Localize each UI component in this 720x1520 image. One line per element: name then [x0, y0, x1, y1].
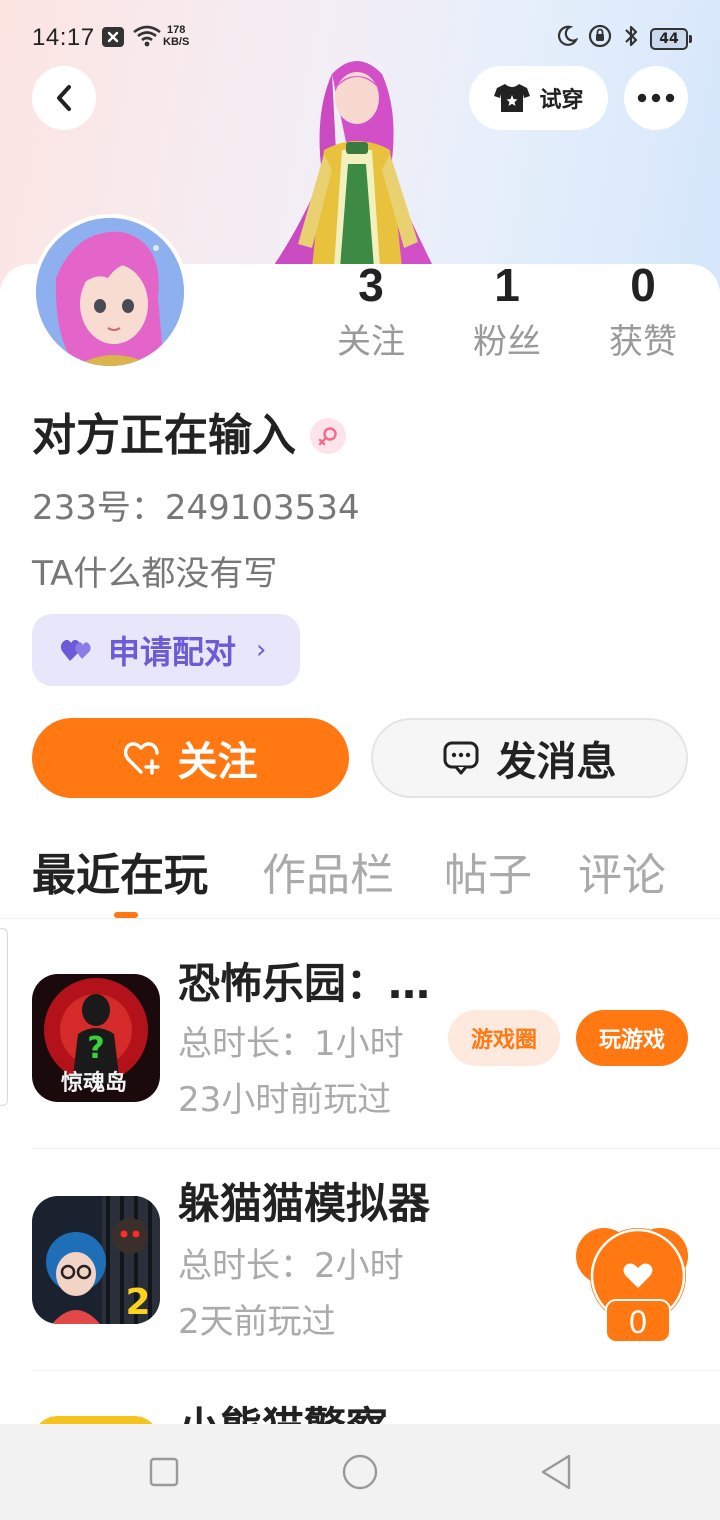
stat-likes[interactable]: 0 获赞	[593, 258, 693, 362]
tab-posts[interactable]: 帖子	[444, 846, 532, 906]
stat-following[interactable]: 3 关注	[321, 258, 421, 362]
tab-works[interactable]: 作品栏	[262, 846, 394, 906]
home-button[interactable]	[340, 1452, 380, 1492]
female-icon	[310, 418, 346, 454]
tab-recent-played[interactable]: 最近在玩	[32, 846, 208, 906]
stat-following-label: 关注	[337, 322, 405, 362]
game-circle-button[interactable]: 游戏圈	[448, 1010, 560, 1066]
list-item[interactable]: 小熊猫警察	[0, 1372, 720, 1424]
heart-plus-icon	[123, 742, 160, 775]
request-pair-label: 申请配对	[108, 633, 237, 671]
avatar-image	[36, 218, 184, 366]
stat-followers[interactable]: 1 粉丝	[457, 258, 557, 362]
lock-rotation-icon	[588, 24, 612, 54]
network-speed: 178 KB/S	[163, 24, 189, 48]
request-pair-button[interactable]: 申请配对 ›	[32, 614, 300, 686]
follow-button[interactable]: 关注	[32, 718, 349, 798]
profile-tabs: 最近在玩 作品栏 帖子 评论	[0, 840, 720, 918]
chat-bubble-icon	[443, 741, 478, 775]
game-title: 躲猫猫模拟器	[178, 1179, 431, 1228]
system-nav-bar	[0, 1424, 720, 1520]
status-time: 14:17	[32, 24, 95, 51]
try-on-button[interactable]: 试穿	[469, 66, 608, 130]
username-row: 对方正在输入	[32, 408, 346, 464]
avatar-character-illustration	[272, 61, 434, 268]
username: 对方正在输入	[32, 410, 296, 461]
network-speed-value: 178	[166, 24, 186, 36]
chevron-right-icon: ›	[256, 635, 267, 665]
wifi-icon	[132, 24, 162, 54]
triangle-back-icon	[541, 1454, 571, 1490]
close-box-icon	[102, 27, 124, 47]
user-id: 233号：249103534	[32, 488, 360, 528]
list-item[interactable]: ? 惊魂岛 恐怖乐园：… 总时长：1小时 23小时前玩过 游戏圈 玩游戏	[0, 930, 720, 1150]
square-icon	[149, 1457, 179, 1487]
bluetooth-icon	[622, 24, 640, 54]
stat-following-value: 3	[358, 259, 384, 311]
game-duration: 总时长：1小时	[178, 1024, 404, 1064]
circle-icon	[342, 1454, 378, 1490]
tab-divider	[0, 918, 720, 919]
like-count: 0	[629, 1304, 647, 1340]
follow-label: 关注	[177, 739, 258, 785]
like-floating-button[interactable]: 0	[576, 1226, 688, 1344]
game-icon: ? 惊魂岛	[32, 974, 160, 1102]
row-divider	[32, 1148, 720, 1149]
game-duration: 总时长：2小时	[178, 1246, 404, 1286]
send-message-button[interactable]: 发消息	[371, 718, 688, 798]
stat-followers-label: 粉丝	[473, 322, 541, 362]
game-icon: 2	[32, 1196, 160, 1324]
game-last-played: 23小时前玩过	[178, 1080, 392, 1120]
recent-apps-button[interactable]	[144, 1452, 184, 1492]
game-icon-text: 2	[125, 1282, 150, 1323]
more-dots-icon	[637, 93, 675, 103]
tab-comments[interactable]: 评论	[578, 846, 666, 906]
game-title: 小熊猫警察	[178, 1400, 388, 1424]
stat-followers-value: 1	[494, 259, 520, 311]
user-bio: TA什么都没有写	[32, 554, 278, 594]
moon-icon	[556, 25, 579, 53]
row-divider	[32, 1370, 720, 1371]
stat-likes-label: 获赞	[609, 322, 677, 362]
network-speed-unit: KB/S	[163, 36, 190, 48]
play-game-button[interactable]: 玩游戏	[576, 1010, 688, 1066]
back-nav-button[interactable]	[536, 1452, 576, 1492]
chevron-left-icon	[57, 85, 71, 111]
more-button[interactable]	[624, 66, 688, 130]
game-last-played: 2天前玩过	[178, 1302, 336, 1342]
game-icon	[32, 1416, 160, 1424]
stat-likes-value: 0	[630, 259, 656, 311]
svg-text:?: ?	[87, 1031, 104, 1066]
send-message-label: 发消息	[496, 739, 617, 785]
pair-hearts-icon	[60, 639, 91, 661]
tshirt-icon	[494, 84, 531, 112]
battery-icon: 44	[650, 28, 692, 50]
back-button[interactable]	[32, 66, 96, 130]
avatar[interactable]	[32, 214, 188, 370]
game-icon-text: 惊魂岛	[61, 1070, 127, 1096]
game-title: 恐怖乐园：…	[178, 959, 431, 1008]
try-on-label: 试穿	[539, 88, 584, 113]
